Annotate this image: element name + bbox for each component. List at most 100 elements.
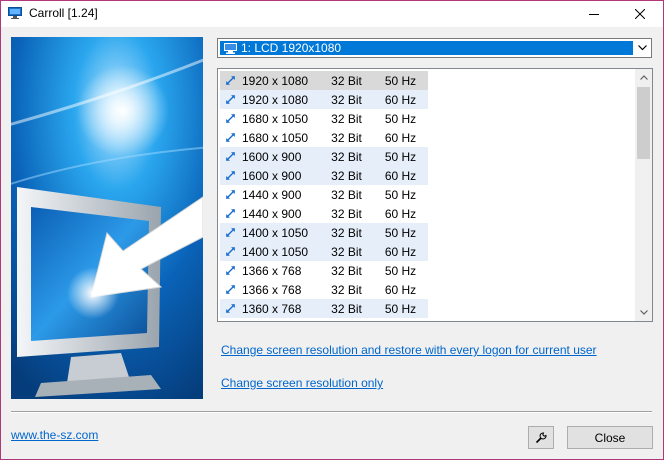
change-resolution-only-link[interactable]: Change screen resolution only [221, 376, 383, 390]
resize-arrow-icon [225, 303, 236, 314]
resolution-row[interactable]: 1920 x 1080 32 Bit 50 Hz [220, 71, 640, 90]
resolution-cell: 1440 x 900 [220, 204, 317, 223]
refresh-rate-cell: 50 Hz [384, 187, 417, 202]
scroll-down-button[interactable] [635, 304, 652, 321]
resolution-text: 1440 x 900 [242, 187, 302, 202]
refresh-rate-cell: 50 Hz [384, 111, 417, 126]
resolution-text: 1680 x 1050 [242, 111, 309, 126]
resolution-row[interactable]: 1440 x 900 32 Bit 50 Hz [220, 185, 640, 204]
resolution-text: 1366 x 768 [242, 263, 302, 278]
resolution-row[interactable]: 1400 x 1050 32 Bit 50 Hz [220, 223, 640, 242]
color-depth-cell: 32 Bit [331, 206, 362, 221]
monitor-selected-item: 1: LCD 1920x1080 [220, 41, 633, 55]
resize-arrow-icon [225, 151, 236, 162]
monitor-dropdown[interactable]: 1: LCD 1920x1080 [217, 38, 652, 58]
resolution-cell: 1680 x 1050 [220, 128, 317, 147]
scrollbar-thumb[interactable] [637, 87, 650, 159]
color-depth-cell: 32 Bit [331, 111, 362, 126]
footer-divider [11, 411, 652, 413]
color-depth-cell: 32 Bit [331, 130, 362, 145]
resize-arrow-icon [225, 132, 236, 143]
resolution-row[interactable]: 1600 x 900 32 Bit 50 Hz [220, 147, 640, 166]
refresh-rate-cell: 60 Hz [384, 282, 417, 297]
resolution-text: 1366 x 768 [242, 282, 302, 297]
refresh-rate-cell: 50 Hz [384, 263, 417, 278]
resolution-list[interactable]: 1920 x 1080 32 Bit 50 Hz 1920 x 1080 32 Bit 6… [217, 68, 653, 322]
refresh-rate-cell: 60 Hz [373, 242, 428, 261]
close-button[interactable]: Close [567, 426, 653, 449]
resolution-row[interactable]: 1680 x 1050 32 Bit 50 Hz [220, 109, 640, 128]
resolution-text: 1600 x 900 [242, 168, 302, 183]
resize-arrow-icon [225, 189, 236, 200]
resolution-text: 1680 x 1050 [242, 130, 309, 145]
resolution-cell: 1400 x 1050 [220, 223, 317, 242]
refresh-rate-cell: 50 Hz [373, 223, 428, 242]
resolution-cell: 1600 x 900 [220, 147, 317, 166]
dropdown-arrow[interactable] [636, 42, 648, 54]
close-window-button[interactable] [617, 1, 663, 27]
resolution-text: 1440 x 900 [242, 206, 302, 221]
website-link[interactable]: www.the-sz.com [11, 428, 98, 442]
scroll-up-button[interactable] [635, 69, 652, 86]
resolution-cell: 1366 x 768 [220, 280, 317, 299]
app-window: Carroll [1.24] 1: LCD 1920x1080 1920 x 1… [0, 0, 664, 460]
resolution-cell: 1680 x 1050 [220, 109, 317, 128]
resize-arrow-icon [225, 170, 236, 181]
resolution-text: 1400 x 1050 [242, 225, 309, 240]
refresh-rate-cell: 50 Hz [373, 299, 428, 318]
resolution-row[interactable]: 1360 x 768 32 Bit 50 Hz [220, 299, 640, 318]
resolution-text: 1400 x 1050 [242, 244, 309, 259]
resolution-row[interactable]: 1600 x 900 32 Bit 60 Hz [220, 166, 640, 185]
resolution-text: 1920 x 1080 [242, 92, 309, 107]
banner-image [11, 37, 203, 399]
resize-arrow-icon [225, 227, 236, 238]
close-icon [635, 9, 645, 19]
monitor-dropdown-value: 1: LCD 1920x1080 [241, 41, 342, 55]
monitor-icon [8, 7, 22, 19]
resolution-cell: 1440 x 900 [220, 185, 317, 204]
settings-button[interactable] [528, 426, 554, 449]
resolution-text: 1920 x 1080 [242, 73, 309, 88]
minimize-icon [589, 14, 599, 15]
color-depth-cell: 32 Bit [331, 263, 362, 278]
resolution-row[interactable]: 1920 x 1080 32 Bit 60 Hz [220, 90, 640, 109]
resize-arrow-icon [225, 113, 236, 124]
resolution-rows: 1920 x 1080 32 Bit 50 Hz 1920 x 1080 32 Bit 6… [220, 71, 640, 318]
resolution-row[interactable]: 1366 x 768 32 Bit 60 Hz [220, 280, 640, 299]
refresh-rate-cell: 60 Hz [384, 206, 417, 221]
resize-arrow-icon [225, 75, 236, 86]
color-depth-cell: 32 Bit [317, 71, 373, 90]
resolution-cell: 1920 x 1080 [220, 90, 317, 109]
resolution-cell: 1400 x 1050 [220, 242, 317, 261]
display-icon [224, 42, 237, 54]
refresh-rate-cell: 60 Hz [373, 166, 428, 185]
vertical-scrollbar[interactable] [635, 69, 652, 321]
resolution-text: 1600 x 900 [242, 149, 302, 164]
refresh-rate-cell: 50 Hz [373, 147, 428, 166]
resolution-row[interactable]: 1440 x 900 32 Bit 60 Hz [220, 204, 640, 223]
color-depth-cell: 32 Bit [331, 282, 362, 297]
dialog-body: 1: LCD 1920x1080 1920 x 1080 32 Bit 50 Hz 1… [1, 27, 663, 459]
resolution-cell: 1920 x 1080 [220, 71, 317, 90]
change-and-restore-link[interactable]: Change screen resolution and restore wit… [221, 343, 597, 357]
title-bar[interactable]: Carroll [1.24] [1, 1, 663, 27]
resolution-cell: 1360 x 768 [220, 299, 317, 318]
resize-arrow-icon [225, 265, 236, 276]
refresh-rate-cell: 60 Hz [373, 90, 428, 109]
color-depth-cell: 32 Bit [331, 187, 362, 202]
color-depth-cell: 32 Bit [317, 90, 373, 109]
refresh-rate-cell: 60 Hz [384, 130, 417, 145]
resolution-row[interactable]: 1400 x 1050 32 Bit 60 Hz [220, 242, 640, 261]
resize-arrow-icon [225, 208, 236, 219]
color-depth-cell: 32 Bit [317, 242, 373, 261]
minimize-button[interactable] [571, 1, 617, 27]
color-depth-cell: 32 Bit [317, 299, 373, 318]
resolution-row[interactable]: 1366 x 768 32 Bit 50 Hz [220, 261, 640, 280]
resolution-text: 1360 x 768 [242, 301, 302, 316]
resize-arrow-icon [225, 94, 236, 105]
resolution-cell: 1366 x 768 [220, 261, 317, 280]
color-depth-cell: 32 Bit [317, 223, 373, 242]
color-depth-cell: 32 Bit [317, 147, 373, 166]
resolution-row[interactable]: 1680 x 1050 32 Bit 60 Hz [220, 128, 640, 147]
refresh-rate-cell: 50 Hz [373, 71, 428, 90]
